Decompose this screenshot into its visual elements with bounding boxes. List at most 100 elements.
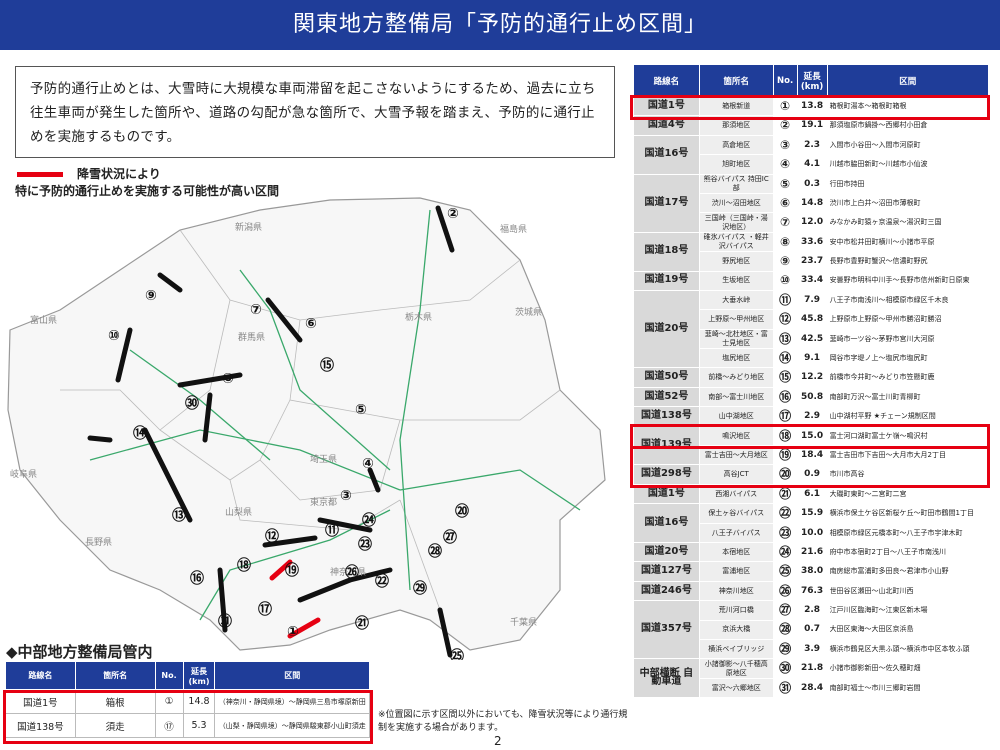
cell-length: 28.4 [796,677,828,699]
cell-length: 33.4 [796,270,828,291]
cell-length: 3.9 [796,638,828,660]
cell-length: 15.9 [796,503,828,524]
marker-27: ㉗ [443,529,457,546]
cell-no: ⑪ [772,289,798,311]
cell-section: 岡谷市字堤ノ上～塩尻市塩尻町 [826,348,990,369]
pref-nagano: 長野県 [85,537,112,548]
cell-location: 保土ヶ谷バイパス [698,503,774,524]
cell-section: 川越市脇田新町～川越市小仙波 [826,154,990,175]
cell-no: ⑮ [772,367,798,388]
cell-route: 中部横断 自動車道 [633,658,700,699]
legend-line1: 降雪状況により [77,167,161,181]
cell-no: ㉕ [772,561,798,582]
cell-section: 江戸川区臨海町～江東区新木場 [826,600,990,621]
marker-7: ⑦ [250,302,262,318]
cell-length: 21.8 [796,658,828,679]
pref-tokyo: 東京都 [310,496,337,508]
cell-location: 小諸御影～八千穂高原地区 [698,658,774,679]
table-row: 国道50号 前橋～みどり地区 ⑮ 12.2 前橋市今井町～みどり市笠懸町鹿 [633,367,990,388]
chubu-col-location: 箇所名 [74,661,156,690]
footnote: ※位置図に示す区間以外においても、降雪状況等により通行規制を実施する場合がありま… [378,710,628,733]
cell-section: 横浜市鶴見区大黒ふ頭～横浜市中区本牧ふ頭 [826,638,990,660]
marker-4: ④ [362,456,374,472]
cell-location: 韮崎～北杜地区・富士見地区 [698,328,774,350]
highlight-box-18-19 [630,446,990,488]
cell-no: ⑩ [772,270,798,291]
cell-length: 9.1 [796,348,828,369]
cell-location: 三国峠（三国峠・湯沢地区） [698,212,774,233]
cell-no: ③ [772,134,798,156]
marker-2: ② [447,206,459,222]
cell-location: 上野原～甲州地区 [698,309,774,330]
cell-route: 国道52号 [633,386,700,408]
table-row: 国道52号 南部～富士川地区 ⑯ 50.8 南部町万沢～富士川町青柳町 [633,386,990,408]
cell-route: 国道20号 [633,289,700,369]
cell-location: 神奈川地区 [698,580,774,602]
col-section: 区間 [826,64,990,97]
cell-no: ⑬ [772,328,798,350]
cell-location: 富沢～六郷地区 [698,677,774,699]
marker-28: ㉘ [428,543,442,560]
cell-length: 42.5 [796,328,828,350]
pref-gifu: 岐阜県 [10,468,37,480]
legend-red-line [17,172,63,177]
table-row: 中部横断 自動車道 小諸御影～八千穂高原地区㉚ 21.8 小諸市御影新田～佐久穂町畑 [633,658,990,699]
cell-length: 50.8 [796,386,828,408]
chubu-col-section: 区間 [214,661,370,690]
cell-no: ㉖ [772,580,798,602]
marker-8: ⑧ [222,371,234,387]
pref-niigata: 新潟県 [235,221,262,233]
col-route: 路線名 [633,64,700,97]
marker-15: ⑮ [320,357,334,374]
cell-no: ④ [772,154,798,175]
cell-length: 10.0 [796,522,828,543]
col-no: No. [772,64,798,97]
cell-route: 国道50号 [633,367,700,388]
cell-length: 7.9 [796,289,828,311]
marker-24: ㉔ [362,512,376,529]
col-location: 箇所名 [698,64,774,97]
cell-length: 21.6 [796,541,828,563]
chubu-highlight-box [3,690,373,744]
cell-location: 生坂地区 [698,270,774,291]
cell-no: ⑤ [772,173,798,194]
cell-length: 2.3 [796,134,828,156]
cell-section: 長野市豊野町蟹沢～信濃町野尻 [826,251,990,272]
cell-location: 高倉地区 [698,134,774,156]
marker-19: ⑲ [285,562,299,579]
cell-length: 12.0 [796,212,828,233]
chubu-header-row: 路線名 箇所名 No. 延長(km) 区間 [5,661,370,690]
marker-12: ⑫ [265,528,279,545]
cell-length: 23.7 [796,251,828,272]
marker-11: ⑪ [325,522,339,539]
cell-section: 小諸市御影新田～佐久穂町畑 [826,658,990,679]
marker-13: ⑬ [172,507,186,524]
cell-section: 南房総市富浦町多田良～君津市小山野 [826,561,990,582]
cell-location: 富浦地区 [698,561,774,582]
cell-length: 38.0 [796,561,828,582]
cell-section: 南部町万沢～富士川町青柳町 [826,386,990,408]
marker-5: ⑤ [355,402,367,418]
marker-16: ⑯ [190,570,204,587]
marker-25: ㉕ [450,648,464,660]
table-row: 国道357号 荒川河口橋㉗ 2.8 江戸川区臨海町～江東区新木場 [633,600,990,660]
table-row: 国道19号 生坂地区 ⑩ 33.4 安曇野市明科中川手～長野市信州新町日原東 [633,270,990,291]
pref-chiba: 千葉県 [510,616,537,628]
cell-section: 大田区東海～大田区京浜島 [826,619,990,640]
marker-10: ⑩ [108,328,120,344]
cell-length: 76.3 [796,580,828,602]
table-row: 国道16号 保土ヶ谷バイパス㉒ 15.9 横浜市保土ケ谷区新桜ケ丘～町田市鶴間1丁目 [633,503,990,543]
cell-section: 入間市小谷田～入間市河原町 [826,134,990,156]
cell-location: 荒川河口橋 [698,600,774,621]
cell-route: 国道19号 [633,270,700,291]
cell-no: ㉚ [772,658,798,679]
marker-17: ⑰ [258,601,272,618]
cell-length: 2.8 [796,600,828,621]
cell-section: 南部町福士～市川三郷町岩間 [826,677,990,699]
cell-route: 国道127号 [633,561,700,582]
highlight-box-1 [630,95,990,120]
chubu-col-no: No. [154,661,184,690]
chubu-title: ◆中部地方整備局管内 [6,643,153,661]
cell-no: ㉘ [772,619,798,640]
cell-section: 府中市本宿町2丁目～八王子市南浅川 [826,541,990,563]
